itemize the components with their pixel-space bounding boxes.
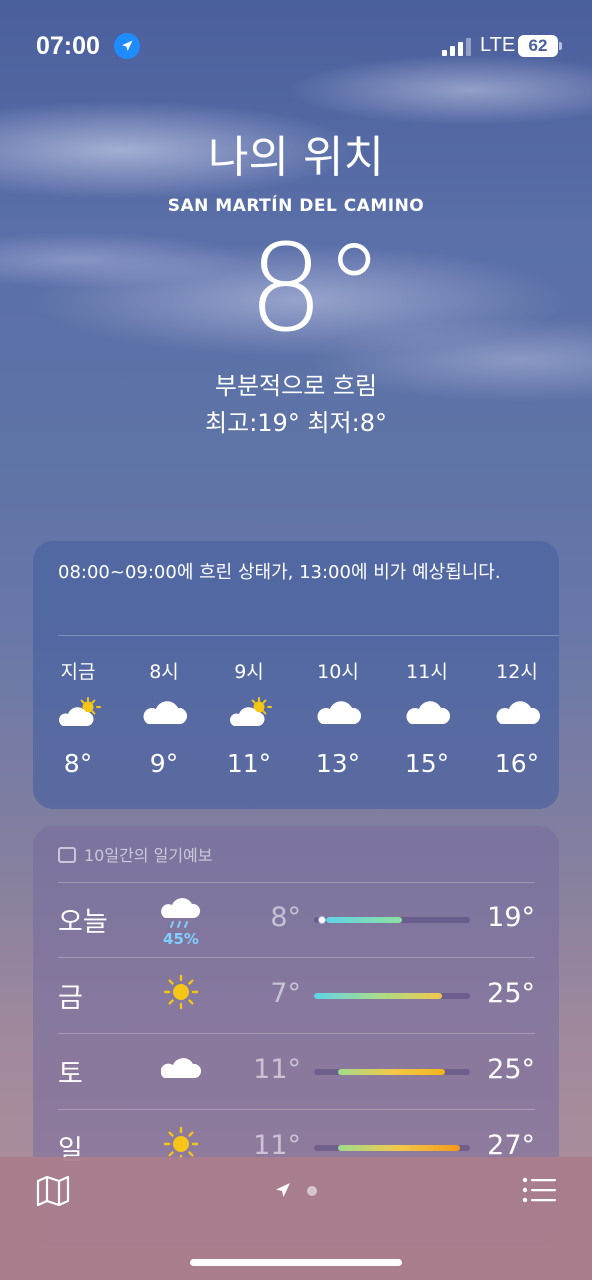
sun-icon — [163, 974, 199, 1010]
range-fill — [338, 1069, 445, 1075]
low-temp: 7° — [270, 978, 301, 1009]
divider — [58, 635, 559, 636]
place-name: SAN MARTÍN DEL CAMINO — [167, 196, 425, 216]
hour-label: 8시 — [149, 661, 179, 683]
low-temp: 11° — [253, 1054, 301, 1085]
hour-label: 지금 — [60, 661, 96, 683]
high-temp: 25° — [487, 978, 535, 1009]
location-title: 나의 위치 — [208, 132, 384, 183]
battery-icon: 62 — [518, 35, 558, 57]
range-fill — [326, 917, 402, 923]
day-label: 토 — [58, 1059, 83, 1090]
day-row[interactable]: 금 7° 25° — [33, 958, 559, 1033]
hour-temp: 16° — [494, 749, 540, 778]
home-indicator[interactable] — [190, 1259, 402, 1266]
current-weather: 나의 위치 SAN MARTÍN DEL CAMINO 8° 부분적으로 흐림 … — [0, 128, 592, 438]
range-fill — [338, 1145, 460, 1151]
cloud-icon — [317, 701, 361, 724]
bottom-toolbar — [0, 1157, 592, 1280]
location-arrow-icon[interactable] — [274, 1181, 292, 1199]
ten-day-header-label: 10일간의 일기예보 — [84, 846, 213, 865]
map-icon[interactable] — [36, 1175, 70, 1207]
partly-cloudy-icon — [59, 697, 101, 726]
network-type: LTE — [480, 34, 516, 56]
hour-label: 10시 — [317, 661, 359, 683]
hour-temp: 8° — [63, 749, 93, 778]
battery-nub — [559, 42, 562, 50]
page-indicator-dot[interactable] — [307, 1186, 317, 1196]
day-label: 금 — [58, 983, 83, 1014]
temperature-range-bar — [314, 1069, 470, 1075]
status-time: 07:00 — [36, 32, 100, 60]
ten-day-header: 10일간의 일기예보 — [58, 842, 213, 866]
partly-cloudy-icon — [230, 697, 272, 726]
low-temp: 8° — [270, 902, 301, 933]
range-fill — [314, 993, 442, 999]
day-row[interactable]: 오늘 45% 8° 19° — [33, 882, 559, 957]
temperature-range-bar — [314, 993, 470, 999]
cloud-icon — [161, 1058, 201, 1078]
forecast-summary: 08:00~09:00에 흐린 상태가, 13:00에 비가 예상됩니다. — [58, 562, 501, 583]
hour-temp: 9° — [149, 749, 179, 778]
cellular-signal-icon — [442, 38, 471, 56]
list-icon[interactable] — [522, 1177, 556, 1203]
precipitation-chance: 45% — [163, 930, 199, 948]
cloud-icon — [406, 701, 450, 724]
high-temp: 19° — [487, 902, 535, 933]
high-low-text: 최고:19° 최저:8° — [205, 409, 387, 437]
day-label: 오늘 — [58, 907, 108, 938]
hour-label: 9시 — [234, 661, 264, 683]
condition-text: 부분적으로 흐림 — [214, 372, 378, 400]
hour-label: 11시 — [406, 661, 448, 683]
cloud-icon — [496, 701, 540, 724]
temperature-range-bar — [314, 1145, 470, 1151]
current-temperature: 8° — [247, 220, 385, 359]
cloud-icon — [143, 701, 187, 724]
location-services-icon — [114, 33, 140, 59]
hour-temp: 15° — [404, 749, 450, 778]
current-temp-dot — [318, 916, 326, 924]
temperature-range-bar — [314, 916, 470, 924]
high-temp: 25° — [487, 1054, 535, 1085]
hour-temp: 13° — [315, 749, 361, 778]
hour-temp: 11° — [226, 749, 272, 778]
calendar-icon — [58, 847, 76, 863]
day-row[interactable]: 토 11° 25° — [33, 1034, 559, 1109]
hourly-forecast-card[interactable]: 08:00~09:00에 흐린 상태가, 13:00에 비가 예상됩니다. 지금… — [33, 541, 559, 809]
status-bar: 07:00 LTE 62 — [0, 30, 592, 66]
hour-label: 12시 — [496, 661, 538, 683]
rain-cloud-icon — [161, 898, 201, 928]
